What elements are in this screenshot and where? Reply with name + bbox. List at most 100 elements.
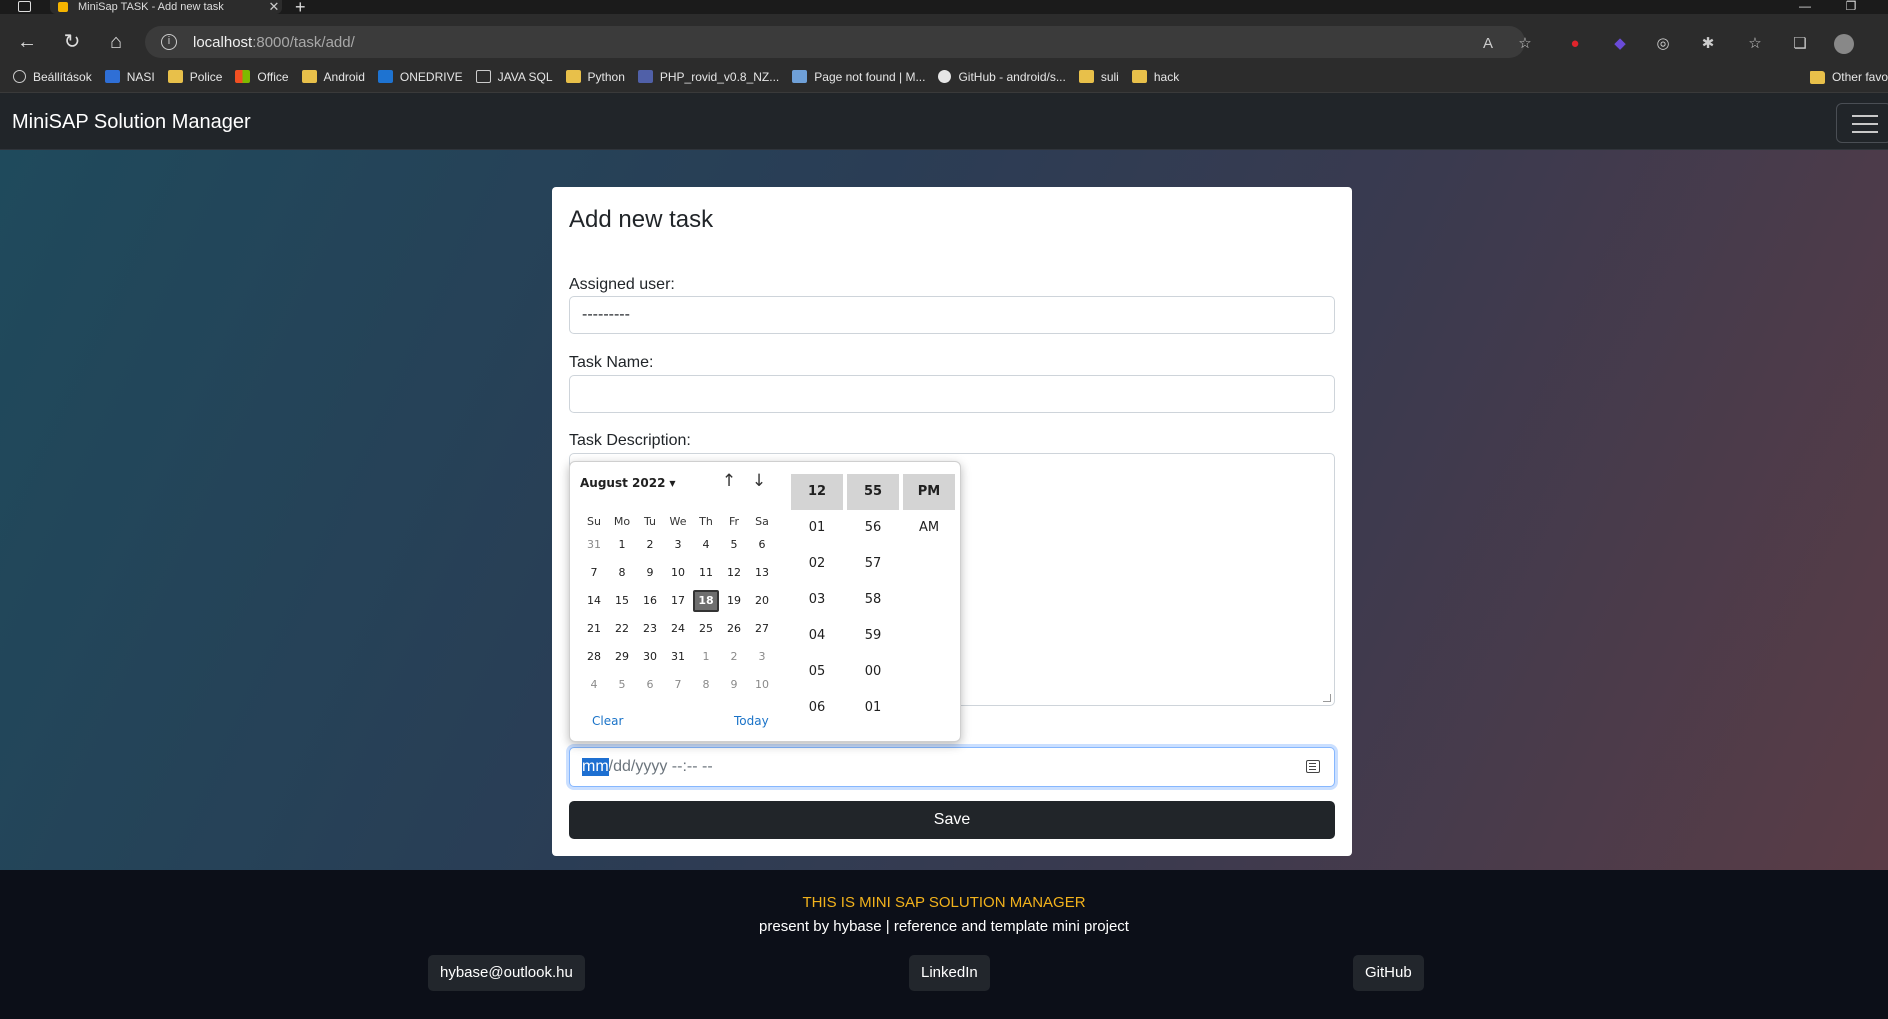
clear-button[interactable]: Clear (592, 714, 623, 728)
bookmark-github[interactable]: GitHub - android/s... (938, 70, 1066, 84)
hour-option[interactable]: 06 (791, 690, 843, 726)
calendar-day[interactable]: 9 (637, 562, 663, 584)
calendar-day[interactable]: 18 (693, 590, 719, 612)
today-button[interactable]: Today (734, 714, 769, 728)
calendar-day[interactable]: 17 (665, 590, 691, 612)
reload-icon[interactable]: ↻ (60, 30, 84, 54)
browser-tab[interactable]: MiniSap TASK - Add new task ✕ (50, 0, 282, 14)
bookmark-python[interactable]: Python (565, 70, 625, 84)
sidebar-toggle-icon[interactable] (18, 1, 31, 12)
calendar-day[interactable]: 4 (581, 674, 607, 696)
datetime-month-segment[interactable]: mm (582, 758, 609, 776)
minute-option[interactable]: 59 (847, 618, 899, 654)
site-info-icon[interactable]: i (161, 34, 177, 50)
ampm-option[interactable]: AM (903, 510, 955, 546)
bookmark-other-favorites[interactable]: Other favo (1809, 61, 1888, 93)
navbar-toggler-button[interactable] (1836, 103, 1888, 143)
calendar-day[interactable]: 31 (581, 534, 607, 556)
calendar-day[interactable]: 24 (665, 618, 691, 640)
bookmark-onedrive[interactable]: ONEDRIVE (377, 70, 463, 84)
calendar-day[interactable]: 19 (721, 590, 747, 612)
bookmark-office[interactable]: Office (235, 70, 289, 84)
calendar-day[interactable]: 9 (721, 674, 747, 696)
calendar-day[interactable]: 8 (693, 674, 719, 696)
calendar-day[interactable]: 29 (609, 646, 635, 668)
calendar-day[interactable]: 7 (665, 674, 691, 696)
calendar-day[interactable]: 2 (721, 646, 747, 668)
save-button[interactable]: Save (569, 801, 1335, 839)
extensions-puzzle-icon[interactable]: ✱ (1698, 34, 1718, 54)
extension-icon[interactable]: ◆ (1610, 34, 1630, 54)
favorite-star-icon[interactable]: ☆ (1515, 34, 1535, 54)
address-bar[interactable]: i localhost:8000/task/add/ (145, 26, 1525, 58)
hour-option[interactable]: 05 (791, 654, 843, 690)
calendar-icon[interactable] (1306, 760, 1320, 773)
read-aloud-icon[interactable]: A (1478, 34, 1498, 54)
calendar-day[interactable]: 11 (693, 562, 719, 584)
bookmark-beallitasok[interactable]: Beállítások (13, 70, 92, 84)
calendar-day[interactable]: 1 (693, 646, 719, 668)
bookmark-hack[interactable]: hack (1131, 70, 1179, 84)
calendar-day[interactable]: 5 (609, 674, 635, 696)
bookmark-android[interactable]: Android (301, 70, 365, 84)
bookmark-php[interactable]: PHP_rovid_v0.8_NZ... (637, 70, 779, 84)
calendar-day[interactable]: 25 (693, 618, 719, 640)
calendar-day[interactable]: 6 (749, 534, 775, 556)
navbar-brand[interactable]: MiniSAP Solution Manager (12, 111, 251, 134)
minute-option[interactable]: 56 (847, 510, 899, 546)
favorites-icon[interactable]: ☆ (1745, 34, 1765, 54)
minute-option[interactable]: 58 (847, 582, 899, 618)
ampm-option[interactable]: PM (903, 474, 955, 510)
github-button[interactable]: GitHub (1353, 955, 1424, 991)
calendar-day[interactable]: 27 (749, 618, 775, 640)
home-icon[interactable]: ⌂ (104, 30, 128, 54)
minute-option[interactable]: 01 (847, 690, 899, 726)
calendar-day[interactable]: 12 (721, 562, 747, 584)
bookmark-java-sql[interactable]: JAVA SQL (475, 70, 553, 84)
resize-handle-icon[interactable] (1323, 694, 1331, 702)
bookmark-police[interactable]: Police (167, 70, 222, 84)
calendar-day[interactable]: 2 (637, 534, 663, 556)
extension-adblock-icon[interactable]: ● (1565, 34, 1585, 54)
hour-option[interactable]: 04 (791, 618, 843, 654)
bookmark-nasi[interactable]: NASI (104, 70, 155, 84)
minimize-icon[interactable]: — (1790, 0, 1820, 14)
assigned-user-select[interactable]: --------- (569, 296, 1335, 334)
task-name-input[interactable] (569, 375, 1335, 413)
calendar-day[interactable]: 30 (637, 646, 663, 668)
bookmark-page-not-found[interactable]: Page not found | M... (792, 70, 925, 84)
minute-option[interactable]: 00 (847, 654, 899, 690)
previous-month-icon[interactable]: ↑ (718, 470, 740, 492)
calendar-day[interactable]: 16 (637, 590, 663, 612)
calendar-day[interactable]: 14 (581, 590, 607, 612)
calendar-day[interactable]: 13 (749, 562, 775, 584)
calendar-day[interactable]: 7 (581, 562, 607, 584)
minute-option[interactable]: 57 (847, 546, 899, 582)
calendar-day[interactable]: 10 (665, 562, 691, 584)
calendar-day[interactable]: 20 (749, 590, 775, 612)
profile-avatar[interactable] (1834, 34, 1854, 54)
bookmark-suli[interactable]: suli (1078, 70, 1119, 84)
calendar-day[interactable]: 5 (721, 534, 747, 556)
calendar-day[interactable]: 8 (609, 562, 635, 584)
calendar-day[interactable]: 4 (693, 534, 719, 556)
calendar-day[interactable]: 10 (749, 674, 775, 696)
calendar-day[interactable]: 22 (609, 618, 635, 640)
back-icon[interactable]: ← (15, 30, 39, 54)
email-button[interactable]: hybase@outlook.hu (428, 955, 585, 991)
month-year-dropdown[interactable]: August 2022 ▼ (580, 476, 676, 490)
hour-option[interactable]: 12 (791, 474, 843, 510)
calendar-day[interactable]: 1 (609, 534, 635, 556)
calendar-day[interactable]: 28 (581, 646, 607, 668)
datetime-input[interactable]: mm/dd/yyyy --:-- -- (569, 747, 1335, 787)
extension-target-icon[interactable]: ◎ (1653, 34, 1673, 54)
hour-option[interactable]: 02 (791, 546, 843, 582)
calendar-day[interactable]: 15 (609, 590, 635, 612)
calendar-day[interactable]: 3 (665, 534, 691, 556)
calendar-day[interactable]: 6 (637, 674, 663, 696)
calendar-day[interactable]: 3 (749, 646, 775, 668)
next-month-icon[interactable]: ↓ (748, 470, 770, 492)
minute-option[interactable]: 55 (847, 474, 899, 510)
calendar-day[interactable]: 26 (721, 618, 747, 640)
tab-close-icon[interactable]: ✕ (266, 0, 282, 15)
